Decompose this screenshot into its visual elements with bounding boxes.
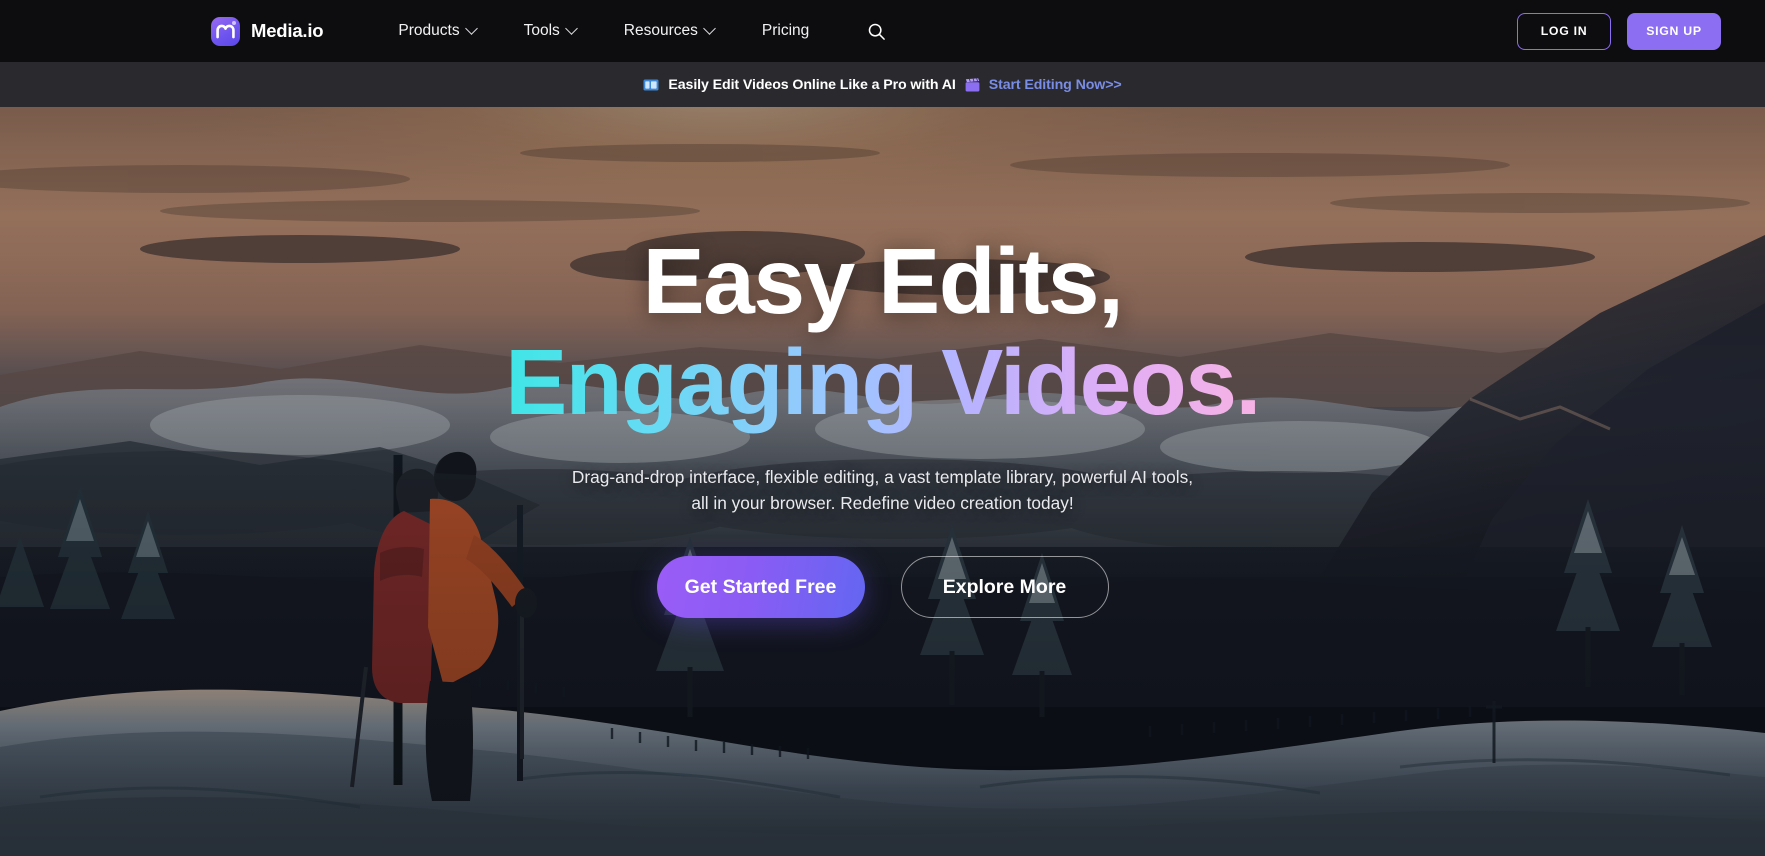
- nav-item-label: Tools: [523, 22, 560, 39]
- account-actions: LOG IN SIGN UP: [1517, 12, 1721, 50]
- banner-text: Easily Edit Videos Online Like a Pro wit…: [668, 76, 956, 93]
- start-editing-now-link[interactable]: Start Editing Now>>: [989, 77, 1122, 93]
- get-started-free-button[interactable]: Get Started Free: [656, 556, 865, 619]
- video-film-icon: [643, 79, 659, 90]
- brand-name: Media.io: [251, 20, 324, 41]
- nav-item-pricing[interactable]: Pricing: [738, 14, 833, 48]
- login-button[interactable]: LOG IN: [1517, 12, 1611, 50]
- hero-cta-group: Get Started Free Explore More: [656, 556, 1109, 619]
- hero-subheadline: Drag-and-drop interface, flexible editin…: [571, 466, 1194, 514]
- chevron-down-icon: [564, 21, 578, 35]
- top-navigation-bar: Media.io Products Tools Resources Pricin…: [0, 0, 1765, 62]
- explore-more-button[interactable]: Explore More: [900, 556, 1109, 619]
- clapperboard-icon: [965, 77, 980, 91]
- media-io-logo-icon: [211, 16, 240, 46]
- nav-item-products[interactable]: Products: [374, 14, 499, 48]
- announcement-banner: Easily Edit Videos Online Like a Pro wit…: [0, 62, 1765, 107]
- signup-button[interactable]: SIGN UP: [1627, 12, 1721, 50]
- primary-nav-links: Products Tools Resources Pricing: [374, 14, 893, 48]
- hero-headline-line-1: Easy Edits,: [642, 229, 1124, 333]
- nav-item-label: Products: [398, 22, 460, 39]
- chevron-down-icon: [703, 21, 716, 35]
- nav-item-label: Resources: [623, 22, 698, 39]
- search-button[interactable]: [859, 14, 893, 48]
- hero-section: Easy Edits, Engaging Videos. Drag-and-dr…: [0, 107, 1765, 856]
- hero-content: Easy Edits, Engaging Videos. Drag-and-dr…: [0, 107, 1765, 856]
- nav-item-label: Pricing: [761, 22, 810, 39]
- search-icon: [868, 23, 885, 40]
- nav-item-tools[interactable]: Tools: [500, 14, 600, 48]
- hero-headline-line-2: Engaging Videos.: [505, 328, 1261, 438]
- chevron-down-icon: [464, 21, 478, 35]
- logo-accent-dot: [232, 20, 236, 25]
- nav-item-resources[interactable]: Resources: [600, 14, 738, 48]
- brand-logo-link[interactable]: Media.io: [211, 16, 324, 46]
